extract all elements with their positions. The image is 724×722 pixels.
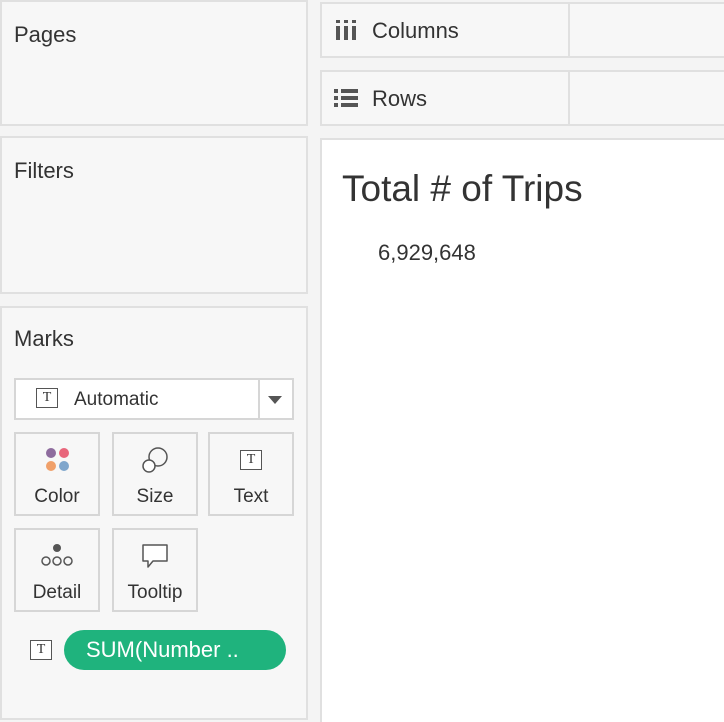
text-label: Text xyxy=(233,486,269,507)
columns-shelf-label-cell: Columns xyxy=(322,4,570,56)
text-icon: T xyxy=(240,450,262,470)
view-canvas[interactable]: Total # of Trips 6,929,648 xyxy=(320,138,724,722)
size-button[interactable]: Size xyxy=(112,432,198,516)
columns-icon xyxy=(336,20,356,40)
mark-type-label: Automatic xyxy=(74,389,159,410)
mark-type-dropdown[interactable]: T Automatic xyxy=(14,378,294,420)
color-icon xyxy=(46,448,69,471)
chevron-down-icon[interactable] xyxy=(268,396,282,404)
filters-card[interactable]: Filters xyxy=(0,136,308,294)
columns-shelf[interactable]: Columns xyxy=(320,2,724,58)
dropdown-divider xyxy=(258,380,260,418)
text-mark-icon: T xyxy=(36,388,58,408)
text-encoding-icon[interactable]: T xyxy=(30,640,52,660)
detail-icon xyxy=(41,544,73,566)
rows-shelf-label-cell: Rows xyxy=(322,72,570,124)
measure-pill[interactable]: SUM(Number .. xyxy=(64,630,286,670)
color-label: Color xyxy=(34,486,80,507)
pages-card[interactable]: Pages xyxy=(0,0,308,126)
size-icon xyxy=(142,447,168,473)
rows-shelf[interactable]: Rows xyxy=(320,70,724,126)
total-trips-value[interactable]: 6,929,648 xyxy=(378,240,476,266)
sheet-title: Total # of Trips xyxy=(342,168,583,209)
rows-label: Rows xyxy=(372,86,428,111)
color-button[interactable]: Color xyxy=(14,432,100,516)
pages-title: Pages xyxy=(14,22,77,47)
columns-label: Columns xyxy=(372,18,459,43)
tooltip-button[interactable]: Tooltip xyxy=(112,528,198,612)
filters-title: Filters xyxy=(14,158,74,183)
text-button[interactable]: T Text xyxy=(208,432,294,516)
detail-label: Detail xyxy=(32,582,82,603)
tooltip-icon xyxy=(142,544,168,568)
tooltip-label: Tooltip xyxy=(127,582,183,603)
size-label: Size xyxy=(136,486,174,507)
marks-title: Marks xyxy=(14,326,74,351)
detail-button[interactable]: Detail xyxy=(14,528,100,612)
rows-icon xyxy=(334,89,358,107)
